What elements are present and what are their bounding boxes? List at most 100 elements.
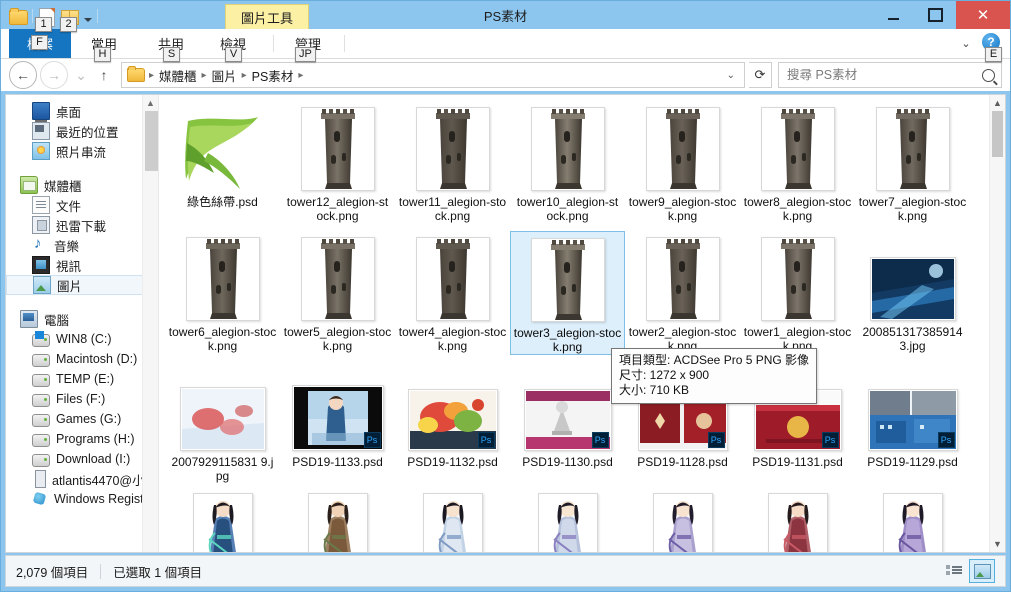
address-bar: ← → ⌄ ↑ ▸ 媒體櫃 ▸ 圖片 ▸ PS素材 ▸ ⌄ ⟳ <box>1 59 1010 91</box>
file-thumbnail <box>290 235 386 321</box>
nav-scrollbar[interactable]: ▲ <box>142 95 158 552</box>
sidebar-item-[interactable]: 迅雷下載 <box>6 215 158 235</box>
sidebar-item-temp-e[interactable]: TEMP (E:) <box>6 369 158 389</box>
file-thumbnail <box>520 105 616 191</box>
minimize-button[interactable] <box>872 1 914 29</box>
file-tile[interactable]: PsPSD19-1129.psd <box>855 361 970 485</box>
file-tile[interactable]: 2008513173859143.jpg <box>855 231 970 355</box>
keytip-manage: JP <box>295 47 316 62</box>
breadcrumb-item-current[interactable]: PS素材 <box>249 66 297 85</box>
file-tile[interactable] <box>510 491 625 552</box>
view-details-button[interactable] <box>941 559 967 583</box>
file-thumbnail <box>175 235 271 321</box>
nav-scroll-thumb[interactable] <box>145 111 159 171</box>
sidebar-item-download-i[interactable]: Download (I:) <box>6 449 158 469</box>
tower-thumbnail-image <box>654 109 712 189</box>
sidebar-item-atlantis4470[interactable]: atlantis4470@小 <box>6 469 158 489</box>
sidebar-item-[interactable]: 最近的位置 <box>6 121 158 141</box>
breadcrumb-item-libraries[interactable]: 媒體櫃 <box>156 66 200 85</box>
crumb-arrow-3[interactable]: ▸ <box>296 70 305 81</box>
address-dropdown-icon[interactable]: ⌄ <box>722 70 740 81</box>
sidebar-item-[interactable]: 文件 <box>6 195 158 215</box>
view-large-icons-button[interactable] <box>969 559 995 583</box>
search-box[interactable] <box>778 62 1002 88</box>
sidebar-item-[interactable]: 視訊 <box>6 255 158 275</box>
file-pane-scrollbar[interactable]: ▲ ▼ <box>989 95 1005 552</box>
sidebar-item-files-f[interactable]: Files (F:) <box>6 389 158 409</box>
file-tile[interactable]: tower4_alegion-stock.png <box>395 231 510 355</box>
sidebar-item-games-g[interactable]: Games (G:) <box>6 409 158 429</box>
file-tile[interactable] <box>165 491 280 552</box>
keytip-view: V <box>225 47 242 62</box>
breadcrumb[interactable]: ▸ 媒體櫃 ▸ 圖片 ▸ PS素材 ▸ ⌄ <box>121 62 745 88</box>
scroll-up-icon[interactable]: ▲ <box>143 95 158 111</box>
file-name-label: tower9_alegion-stock.png <box>629 195 737 223</box>
file-name-label: tower11_alegion-stock.png <box>399 195 507 223</box>
breadcrumb-item-pictures[interactable]: 圖片 <box>209 66 240 85</box>
file-tile[interactable] <box>740 491 855 552</box>
sidebar-item-label: 文件 <box>56 196 81 215</box>
sidebar-item-win8-c[interactable]: WIN8 (C:) <box>6 329 158 349</box>
file-thumbnail <box>635 105 731 191</box>
file-name-label: tower8_alegion-stock.png <box>744 195 852 223</box>
navigation-tree[interactable]: 桌面最近的位置照片串流媒體櫃文件迅雷下載音樂視訊圖片電腦WIN8 (C:)Mac… <box>6 95 158 509</box>
refresh-button[interactable]: ⟳ <box>749 62 772 88</box>
scroll-down-icon[interactable]: ▼ <box>990 536 1005 552</box>
file-tile[interactable]: PsPSD19-1130.psd <box>510 361 625 485</box>
navigation-pane[interactable]: 桌面最近的位置照片串流媒體櫃文件迅雷下載音樂視訊圖片電腦WIN8 (C:)Mac… <box>6 95 159 552</box>
scroll-up-icon[interactable]: ▲ <box>990 95 1005 111</box>
sidebar-item-[interactable]: 電腦 <box>6 309 158 329</box>
sidebar-item-windows-regist[interactable]: Windows Regist <box>6 489 158 509</box>
file-grid[interactable]: 綠色絲帶.psdtower12_alegion-stock.pngtower11… <box>159 95 991 552</box>
file-tile[interactable]: PsPSD19-1133.psd <box>280 361 395 485</box>
file-tile[interactable]: 2007929115831 9.jpg <box>165 361 280 485</box>
sidebar-item-[interactable]: 照片串流 <box>6 141 158 161</box>
file-tile[interactable]: tower1_alegion-stock.png <box>740 231 855 355</box>
forward-button[interactable]: → <box>40 61 68 89</box>
up-button[interactable]: ↑ <box>94 62 114 88</box>
file-tile[interactable]: tower7_alegion-stock.png <box>855 101 970 225</box>
drive-icon <box>32 374 50 387</box>
file-tile[interactable]: PsPSD19-1132.psd <box>395 361 510 485</box>
file-thumbnail <box>865 105 961 191</box>
file-list-pane[interactable]: 綠色絲帶.psdtower12_alegion-stock.pngtower11… <box>159 95 1005 552</box>
file-tile[interactable]: tower11_alegion-stock.png <box>395 101 510 225</box>
file-tile[interactable]: tower9_alegion-stock.png <box>625 101 740 225</box>
sidebar-item-programs-h[interactable]: Programs (H:) <box>6 429 158 449</box>
character-thumbnail-image <box>425 495 481 552</box>
tab-divider <box>273 35 274 52</box>
close-button[interactable]: ✕ <box>956 1 1010 29</box>
nav-group-gap <box>6 161 158 175</box>
sidebar-item-[interactable]: 圖片 <box>6 275 156 295</box>
maximize-button[interactable] <box>914 1 956 29</box>
sidebar-item-macintosh-d[interactable]: Macintosh (D:) <box>6 349 158 369</box>
file-tile[interactable] <box>625 491 740 552</box>
file-tile[interactable]: 綠色絲帶.psd <box>165 101 280 225</box>
search-icon[interactable] <box>982 69 995 82</box>
file-name-label: tower4_alegion-stock.png <box>399 325 507 353</box>
search-input[interactable] <box>785 67 982 83</box>
crumb-arrow-0[interactable]: ▸ <box>147 70 156 81</box>
recent-locations-button[interactable]: ⌄ <box>71 62 91 88</box>
file-tile[interactable]: tower2_alegion-stock.png <box>625 231 740 355</box>
file-tile[interactable] <box>855 491 970 552</box>
file-scroll-thumb[interactable] <box>992 111 1003 157</box>
sidebar-item-[interactable]: 桌面 <box>6 101 158 121</box>
crumb-arrow-1[interactable]: ▸ <box>200 70 209 81</box>
photoshop-badge-icon: Ps <box>938 432 955 448</box>
file-tile[interactable]: tower6_alegion-stock.png <box>165 231 280 355</box>
back-button[interactable]: ← <box>9 61 37 89</box>
title-bar[interactable]: 1 2 圖片工具 PS素材 ✕ <box>1 1 1010 29</box>
sidebar-item-[interactable]: 媒體櫃 <box>6 175 158 195</box>
file-tile[interactable]: tower10_alegion-stock.png <box>510 101 625 225</box>
sidebar-item-[interactable]: 音樂 <box>6 235 158 255</box>
file-tile[interactable]: tower3_alegion-stock.png <box>510 231 625 355</box>
file-tile[interactable]: tower8_alegion-stock.png <box>740 101 855 225</box>
chevron-down-icon[interactable]: ⌄ <box>960 37 972 49</box>
file-tile[interactable] <box>280 491 395 552</box>
crumb-arrow-2[interactable]: ▸ <box>240 70 249 81</box>
sidebar-item-label: Windows Regist <box>54 492 144 506</box>
file-tile[interactable]: tower12_alegion-stock.png <box>280 101 395 225</box>
file-tile[interactable] <box>395 491 510 552</box>
file-tile[interactable]: tower5_alegion-stock.png <box>280 231 395 355</box>
